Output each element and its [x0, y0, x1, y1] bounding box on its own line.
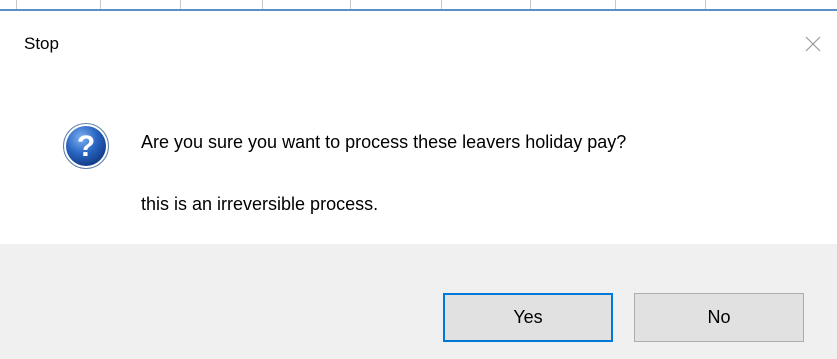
- yes-button[interactable]: Yes: [443, 293, 613, 342]
- background-divider: [16, 0, 17, 9]
- close-button[interactable]: [789, 26, 837, 62]
- dialog-warning-text: this is an irreversible process.: [141, 194, 379, 214]
- background-divider: [100, 0, 101, 9]
- background-divider: [441, 0, 442, 9]
- background-divider: [350, 0, 351, 9]
- close-icon: [805, 36, 821, 52]
- background-divider: [180, 0, 181, 9]
- svg-text:?: ?: [77, 130, 95, 163]
- background-window-strip: [0, 0, 837, 12]
- question-icon: ?: [62, 122, 110, 170]
- dialog-message: Are you sure you want to process these l…: [141, 132, 627, 152]
- background-divider: [705, 0, 706, 9]
- background-divider: [530, 0, 531, 9]
- background-window-border: [0, 9, 837, 11]
- no-button[interactable]: No: [634, 293, 804, 342]
- dialog-title: Stop: [24, 34, 59, 53]
- background-divider: [615, 0, 616, 9]
- background-divider: [262, 0, 263, 9]
